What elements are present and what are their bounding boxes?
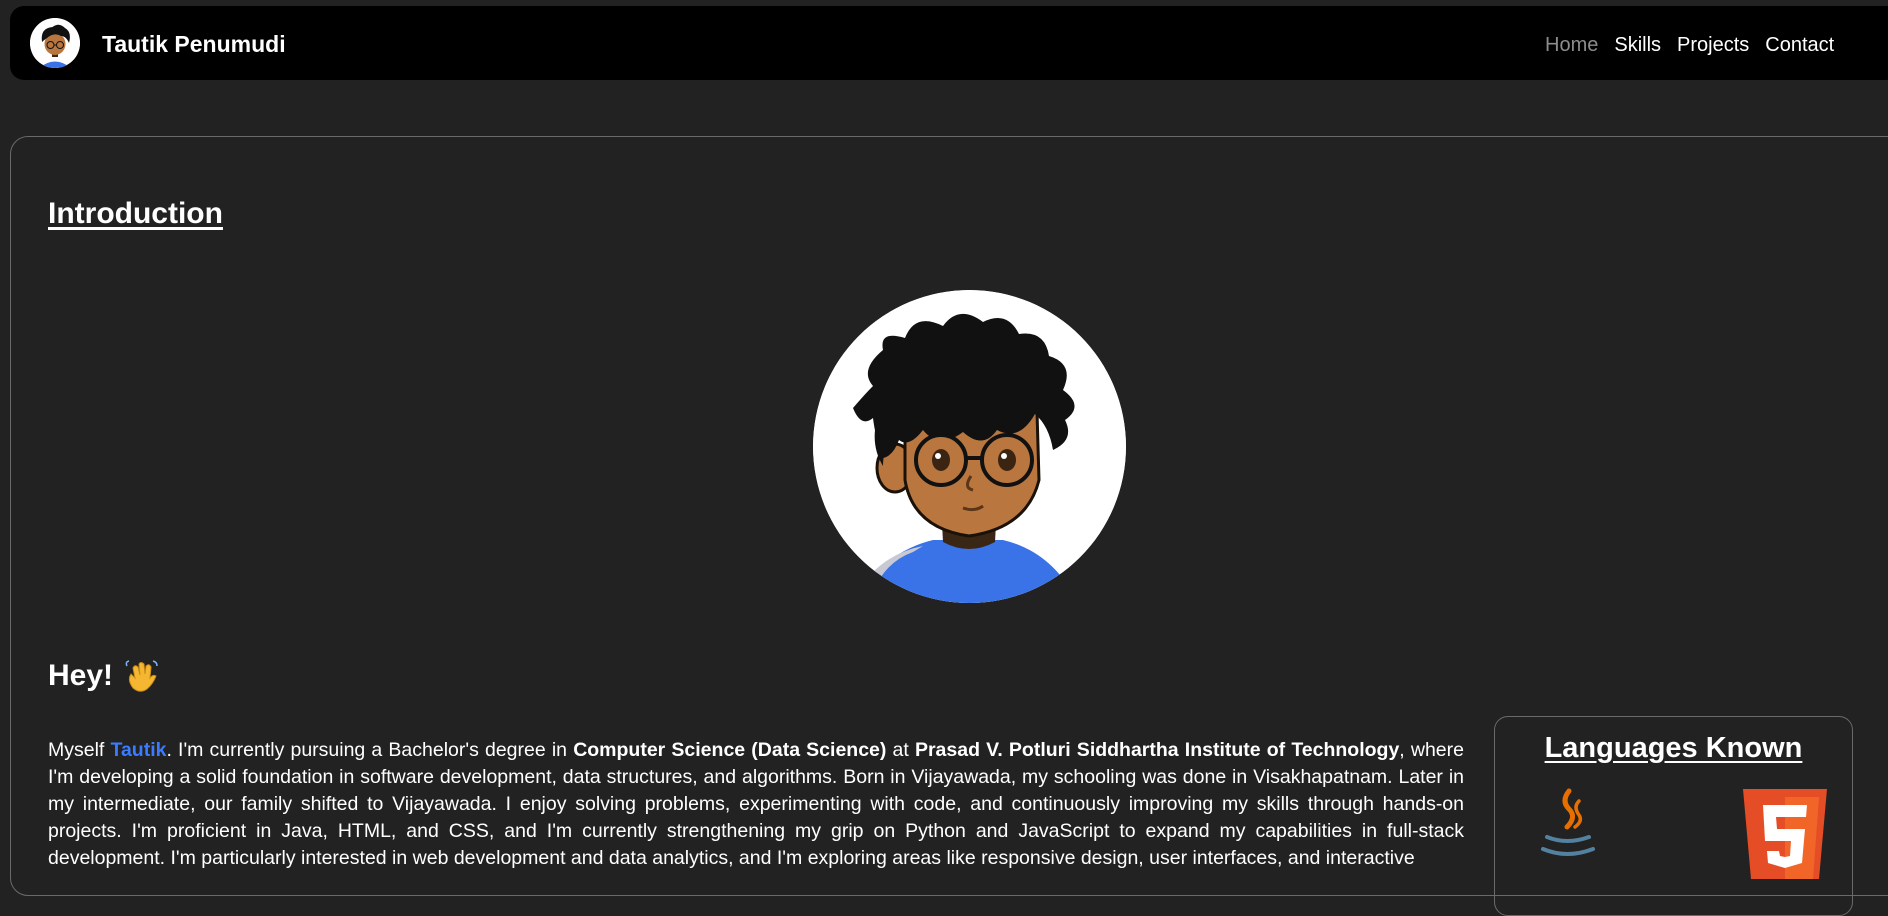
bio-paragraph: Myself Tautik. I'm currently pursuing a …: [48, 737, 1464, 872]
bio-text: . I'm currently pursuing a Bachelor's de…: [166, 739, 574, 761]
html5-icon: [1739, 789, 1831, 884]
nav-link-home[interactable]: Home: [1545, 33, 1598, 57]
nav-link-skills[interactable]: Skills: [1614, 33, 1661, 57]
top-navbar: Tautik Penumudi Home Skills Projects Con…: [10, 6, 1888, 80]
java-icon: [1533, 787, 1603, 868]
profile-avatar: [813, 290, 1126, 603]
nav-links: Home Skills Projects Contact: [1545, 33, 1834, 57]
greeting-text: Hey!: [48, 659, 114, 692]
nav-link-projects[interactable]: Projects: [1677, 33, 1749, 57]
brand-avatar[interactable]: [30, 18, 80, 68]
bio-degree: Computer Science (Data Science): [573, 739, 887, 761]
bio-text: at: [886, 739, 915, 761]
bio-name-highlight: Tautik: [110, 739, 167, 761]
waving-hand-icon: [123, 658, 159, 694]
languages-heading: Languages Known: [1544, 732, 1803, 764]
greeting-heading: Hey!: [48, 658, 159, 694]
brand-name[interactable]: Tautik Penumudi: [102, 31, 286, 57]
intro-heading: Introduction: [48, 197, 223, 230]
bio-college: Prasad V. Potluri Siddhartha Institute o…: [914, 739, 1400, 761]
languages-card: Languages Known: [1494, 716, 1853, 916]
bio-text: Myself: [48, 739, 111, 761]
nav-link-contact[interactable]: Contact: [1765, 33, 1834, 57]
